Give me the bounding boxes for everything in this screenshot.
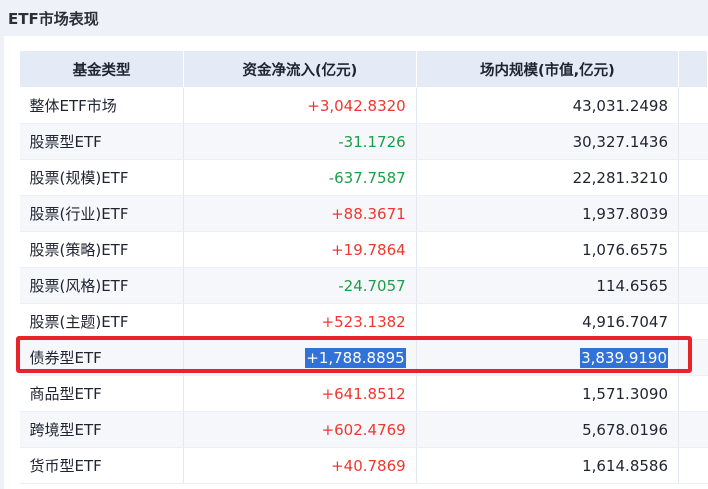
extra-cell	[678, 339, 708, 376]
header-market-size[interactable]: 场内规模(市值,亿元)	[415, 50, 680, 88]
net-inflow-cell: +40.7869	[183, 447, 417, 484]
net-inflow-cell: -24.7057	[183, 267, 417, 304]
net-inflow-cell: +523.1382	[183, 303, 417, 340]
extra-cell	[678, 447, 708, 484]
net-inflow-value: -637.7587	[328, 168, 406, 187]
net-inflow-cell: +1,788.8895	[183, 339, 417, 376]
header-net-inflow[interactable]: 资金净流入(亿元)	[183, 50, 417, 88]
fund-type-cell: 股票型ETF	[19, 123, 185, 160]
market-size-cell: 22,281.3210	[416, 159, 680, 196]
extra-cell	[678, 87, 708, 124]
net-inflow-cell: +88.3671	[183, 195, 417, 232]
extra-cell	[678, 195, 708, 232]
market-size-value: 5,678.0196	[582, 420, 668, 439]
extra-cell	[678, 123, 708, 160]
net-inflow-value: +1,788.8895	[305, 347, 406, 368]
net-inflow-value: +602.4769	[321, 420, 406, 439]
market-size-value: 1,614.8586	[582, 456, 668, 475]
net-inflow-value: +88.3671	[331, 204, 406, 223]
market-size-cell: 1,937.8039	[416, 195, 680, 232]
market-size-cell: 4,916.7047	[416, 303, 680, 340]
etf-performance-table: 基金类型 资金净流入(亿元) 场内规模(市值,亿元) 整体ETF市场 +3,042…	[18, 50, 708, 484]
fund-type-cell: 债券型ETF	[19, 339, 185, 376]
table-row[interactable]: 跨境型ETF +602.4769 5,678.0196	[19, 411, 708, 448]
market-size-value: 114.6565	[596, 276, 668, 295]
net-inflow-value: +641.8512	[321, 384, 406, 403]
fund-type-cell: 股票(策略)ETF	[19, 231, 185, 268]
extra-cell	[678, 375, 708, 412]
net-inflow-value: -24.7057	[338, 276, 406, 295]
section-header: ETF市场表现	[0, 0, 708, 36]
fund-type-cell: 商品型ETF	[19, 375, 185, 412]
fund-type-cell: 货币型ETF	[19, 447, 185, 484]
extra-cell	[678, 231, 708, 268]
fund-type-cell: 股票(行业)ETF	[19, 195, 185, 232]
market-size-value: 22,281.3210	[572, 168, 668, 187]
fund-type-cell: 股票(规模)ETF	[19, 159, 185, 196]
net-inflow-cell: -637.7587	[183, 159, 417, 196]
market-size-value: 4,916.7047	[582, 312, 668, 331]
market-size-value: 1,076.6575	[582, 240, 668, 259]
table-row[interactable]: 股票(主题)ETF +523.1382 4,916.7047	[19, 303, 708, 340]
table-row[interactable]: 股票(策略)ETF +19.7864 1,076.6575	[19, 231, 708, 268]
market-size-value: 30,327.1436	[572, 132, 668, 151]
market-size-cell: 1,614.8586	[416, 447, 680, 484]
etf-table-panel: 基金类型 资金净流入(亿元) 场内规模(市值,亿元) 整体ETF市场 +3,042…	[4, 36, 708, 489]
extra-cell	[678, 267, 708, 304]
market-size-cell: 3,839.9190	[416, 339, 680, 376]
net-inflow-cell: +641.8512	[183, 375, 417, 412]
market-size-cell: 1,571.3090	[416, 375, 680, 412]
net-inflow-value: +19.7864	[331, 240, 406, 259]
table-row[interactable]: 整体ETF市场 +3,042.8320 43,031.2498	[19, 87, 708, 124]
market-size-value: 1,937.8039	[582, 204, 668, 223]
net-inflow-cell: +602.4769	[183, 411, 417, 448]
table-row[interactable]: 股票(规模)ETF -637.7587 22,281.3210	[19, 159, 708, 196]
header-extra-column	[678, 50, 708, 88]
table-row[interactable]: 股票(行业)ETF +88.3671 1,937.8039	[19, 195, 708, 232]
extra-cell	[678, 159, 708, 196]
net-inflow-cell: +3,042.8320	[183, 87, 417, 124]
net-inflow-value: -31.1726	[338, 132, 406, 151]
extra-cell	[678, 411, 708, 448]
table-header-row: 基金类型 资金净流入(亿元) 场内规模(市值,亿元)	[18, 50, 708, 88]
table-row[interactable]: 股票(风格)ETF -24.7057 114.6565	[19, 267, 708, 304]
net-inflow-value: +40.7869	[331, 456, 406, 475]
fund-type-cell: 整体ETF市场	[19, 87, 185, 124]
net-inflow-cell: -31.1726	[183, 123, 417, 160]
net-inflow-cell: +19.7864	[183, 231, 417, 268]
net-inflow-value: +523.1382	[321, 312, 406, 331]
section-title: ETF市场表现	[8, 10, 99, 28]
table-row[interactable]: 货币型ETF +40.7869 1,614.8586	[19, 447, 708, 484]
market-size-value: 43,031.2498	[572, 96, 668, 115]
market-size-cell: 43,031.2498	[416, 87, 680, 124]
header-fund-type[interactable]: 基金类型	[18, 50, 185, 88]
table-row[interactable]: 股票型ETF -31.1726 30,327.1436	[19, 123, 708, 160]
table-row[interactable]: 债券型ETF +1,788.8895 3,839.9190	[19, 339, 708, 376]
market-size-cell: 5,678.0196	[416, 411, 680, 448]
fund-type-cell: 跨境型ETF	[19, 411, 185, 448]
market-size-cell: 114.6565	[416, 267, 680, 304]
fund-type-cell: 股票(风格)ETF	[19, 267, 185, 304]
market-size-value: 3,839.9190	[580, 347, 668, 368]
market-size-cell: 1,076.6575	[416, 231, 680, 268]
table-row[interactable]: 商品型ETF +641.8512 1,571.3090	[19, 375, 708, 412]
net-inflow-value: +3,042.8320	[307, 96, 406, 115]
market-size-cell: 30,327.1436	[416, 123, 680, 160]
fund-type-cell: 股票(主题)ETF	[19, 303, 185, 340]
market-size-value: 1,571.3090	[582, 384, 668, 403]
extra-cell	[678, 303, 708, 340]
